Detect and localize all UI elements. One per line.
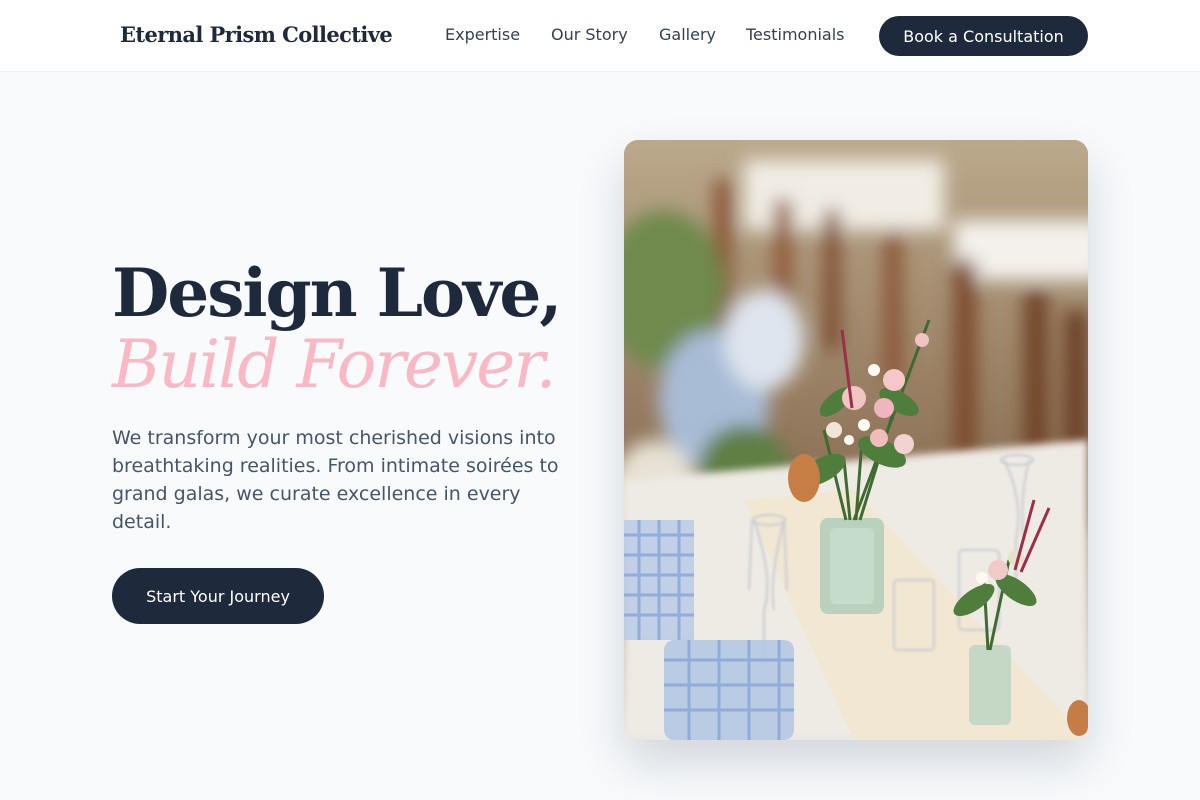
book-consultation-button[interactable]: Book a Consultation xyxy=(879,16,1088,56)
hero-subtext: We transform your most cherished visions… xyxy=(112,427,559,533)
site-header: Eternal Prism Collective Expertise Our S… xyxy=(0,0,1200,72)
hero-headline-line2: Build Forever. xyxy=(112,326,557,403)
nav-link-expertise[interactable]: Expertise xyxy=(445,25,520,44)
nav-link-testimonials[interactable]: Testimonials xyxy=(746,25,845,44)
nav-link-our-story[interactable]: Our Story xyxy=(551,25,628,44)
hero-image xyxy=(624,140,1088,740)
nav-link-gallery[interactable]: Gallery xyxy=(659,25,716,44)
start-journey-button[interactable]: Start Your Journey xyxy=(112,568,324,624)
brand-logo[interactable]: Eternal Prism Collective xyxy=(120,22,393,47)
wedding-table-illustration xyxy=(624,140,1088,740)
hero-headline-line1: Design Love, xyxy=(112,254,562,332)
